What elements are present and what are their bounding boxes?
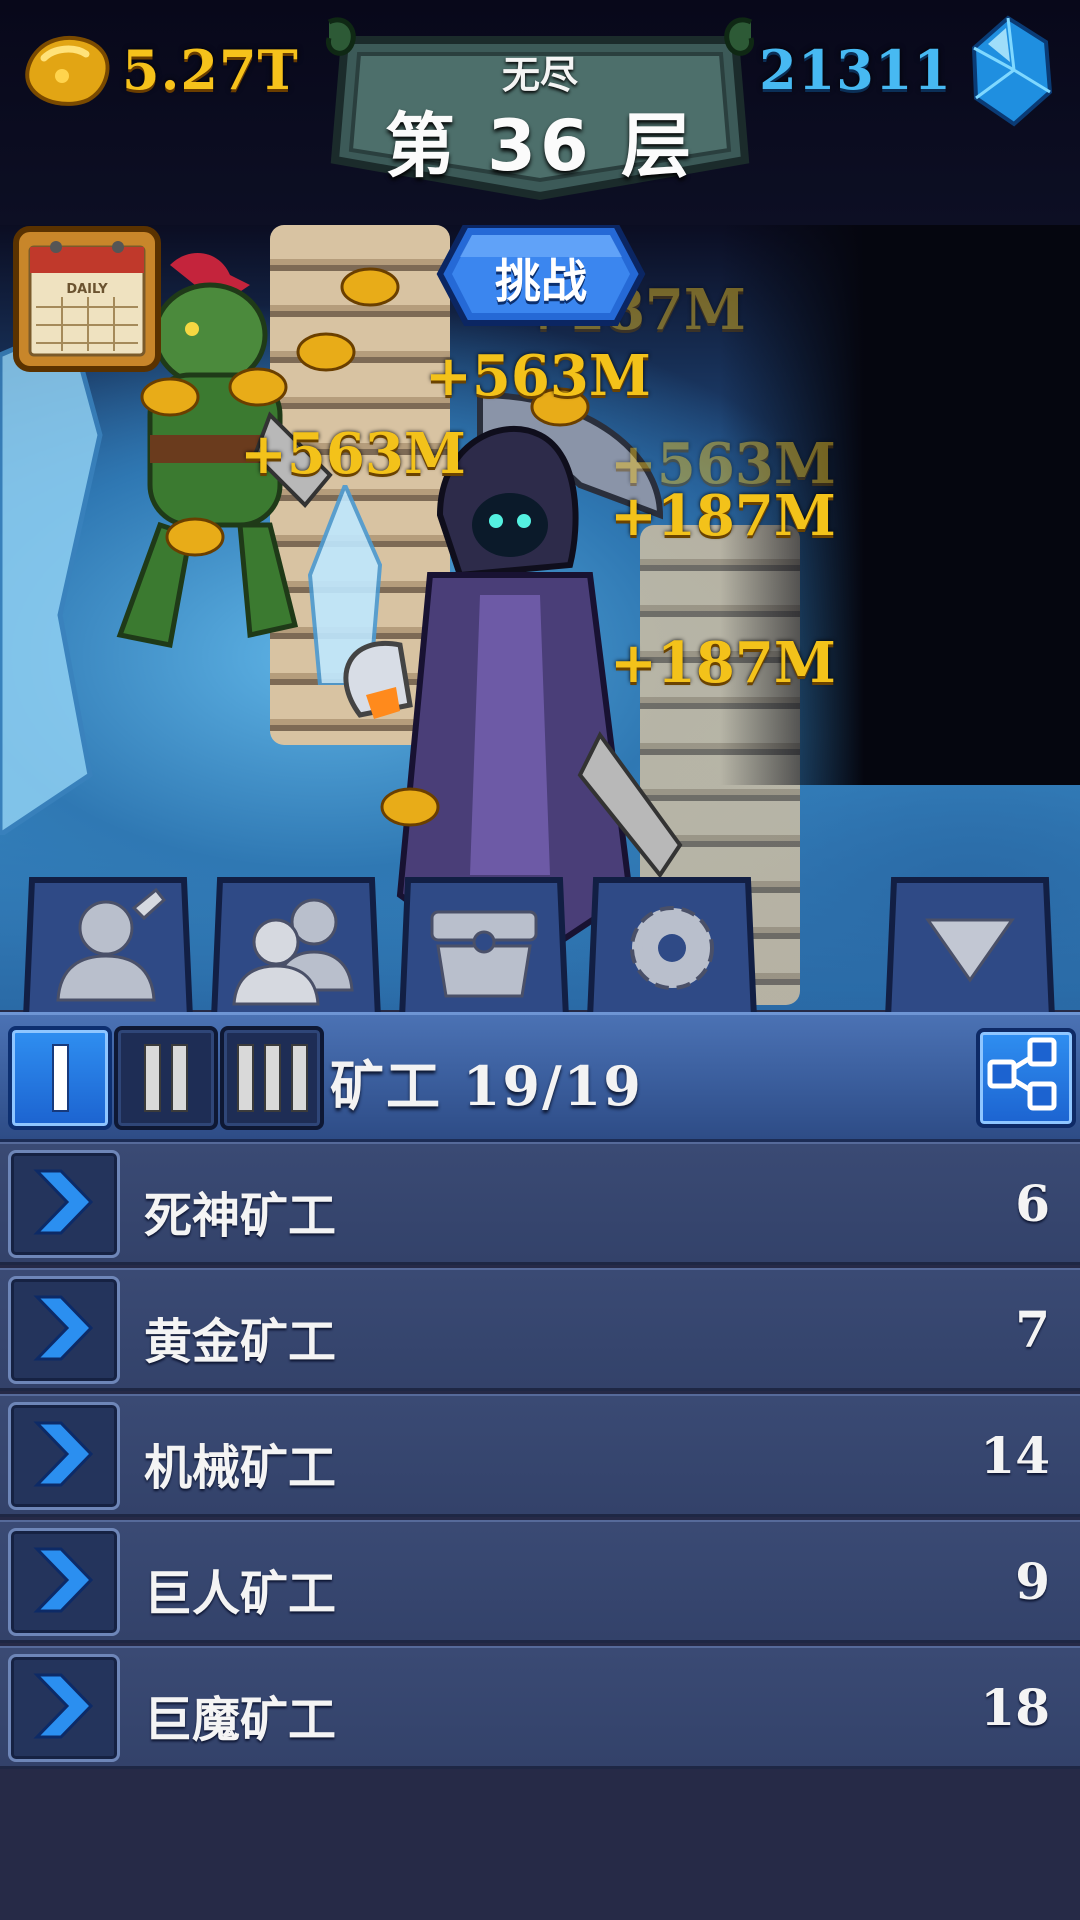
chevron-right-icon bbox=[33, 1295, 94, 1361]
miner-row[interactable]: 黄金矿工 7 bbox=[0, 1268, 1080, 1391]
miner-count: 9 bbox=[1015, 1552, 1050, 1611]
floor-number-label: 第 36 层 bbox=[384, 105, 696, 187]
gold-nugget-drop bbox=[340, 267, 400, 307]
gold-nugget-drop bbox=[296, 332, 356, 372]
chevron-right-icon bbox=[33, 1547, 94, 1613]
treasure-chest-icon bbox=[430, 910, 538, 998]
miner-row[interactable]: 死神矿工 6 bbox=[0, 1142, 1080, 1265]
calendar-icon: DAILY bbox=[13, 226, 161, 372]
tier-button-1[interactable] bbox=[8, 1026, 112, 1130]
expand-button[interactable] bbox=[8, 1150, 120, 1258]
floating-reward-text: +187M bbox=[610, 630, 836, 696]
miner-count: 6 bbox=[1015, 1174, 1050, 1233]
gold-nugget-icon bbox=[25, 36, 110, 106]
miner-count: 18 bbox=[980, 1678, 1050, 1737]
tier-button-3[interactable] bbox=[220, 1026, 324, 1130]
gold-nugget-drop bbox=[140, 377, 200, 417]
floating-reward-text: +187M bbox=[610, 483, 836, 549]
expand-button[interactable] bbox=[8, 1402, 120, 1510]
miner-count: 7 bbox=[1015, 1300, 1050, 1359]
tab-treasure-chest[interactable] bbox=[398, 870, 570, 1018]
blue-crystal-icon bbox=[971, 15, 1053, 127]
tab-collapse[interactable] bbox=[884, 870, 1056, 1018]
gold-nugget-drop bbox=[165, 517, 225, 557]
top-bar: 5.27T 无尽 第 36 层 21311 bbox=[0, 0, 1080, 225]
miner-row[interactable]: 机械矿工 14 bbox=[0, 1394, 1080, 1517]
miner-count: 14 bbox=[980, 1426, 1050, 1485]
gold-nugget-drop bbox=[380, 787, 440, 827]
settings-gear-icon bbox=[630, 906, 714, 990]
floating-reward-text: +563M bbox=[240, 421, 466, 487]
daily-calendar-button[interactable]: DAILY bbox=[12, 225, 162, 373]
tab-miner-group[interactable] bbox=[210, 870, 382, 1018]
chevron-right-icon bbox=[33, 1421, 94, 1487]
miner-name: 黄金矿工 bbox=[144, 1314, 337, 1370]
gold-nugget-drop bbox=[228, 367, 288, 407]
share-network-icon bbox=[987, 1037, 1057, 1111]
miner-list: 死神矿工 6 黄金矿工 7 机械矿工 14 巨人矿工 9 巨魔矿工 18 bbox=[0, 1142, 1080, 1772]
chevron-right-icon bbox=[33, 1169, 94, 1235]
miner-row[interactable]: 巨人矿工 9 bbox=[0, 1520, 1080, 1643]
expand-button[interactable] bbox=[8, 1528, 120, 1636]
tab-single-miner[interactable] bbox=[22, 870, 194, 1018]
miner-name: 巨魔矿工 bbox=[144, 1692, 337, 1748]
gold-amount: 5.27T bbox=[122, 38, 299, 102]
tier-3-icon bbox=[224, 1044, 320, 1112]
floating-reward-text: +563M bbox=[425, 343, 651, 409]
chevron-right-icon bbox=[33, 1673, 94, 1739]
miner-name: 死神矿工 bbox=[144, 1188, 337, 1244]
miner-row[interactable]: 巨魔矿工 18 bbox=[0, 1646, 1080, 1769]
miner-name: 机械矿工 bbox=[144, 1440, 337, 1496]
share-button[interactable] bbox=[976, 1028, 1076, 1128]
tab-settings[interactable] bbox=[586, 870, 758, 1018]
miner-name: 巨人矿工 bbox=[144, 1566, 337, 1622]
challenge-button-label: 挑战 bbox=[495, 254, 587, 308]
expand-button[interactable] bbox=[8, 1654, 120, 1762]
svg-text:DAILY: DAILY bbox=[66, 282, 108, 297]
tier-button-2[interactable] bbox=[114, 1026, 218, 1130]
miner-count-title: 矿工 19/19 bbox=[330, 1054, 643, 1118]
expand-button[interactable] bbox=[8, 1276, 120, 1384]
tier-1-icon bbox=[12, 1044, 108, 1112]
tier-2-icon bbox=[118, 1044, 214, 1112]
gem-amount: 21311 bbox=[759, 38, 952, 102]
